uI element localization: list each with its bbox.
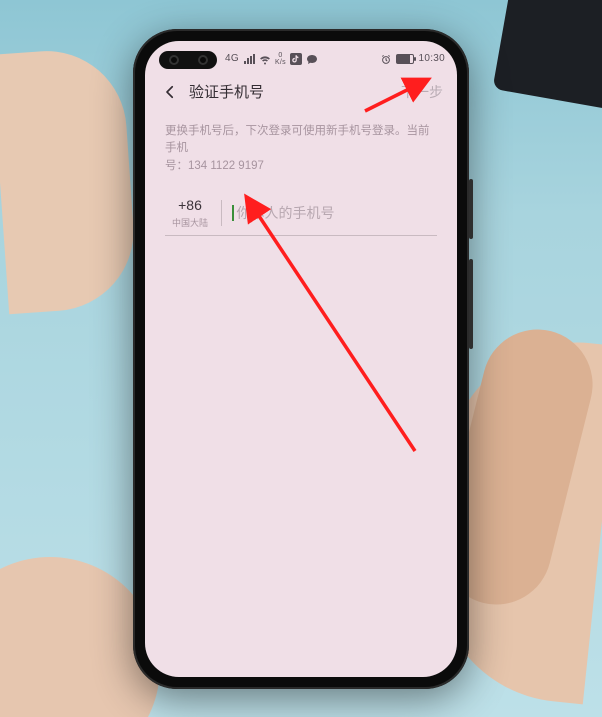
- volume-button: [469, 259, 473, 349]
- battery-icon: [396, 54, 414, 64]
- signal-icon: [243, 53, 255, 65]
- chevron-left-icon: [161, 83, 179, 101]
- message-icon: [306, 53, 318, 65]
- next-step-button[interactable]: 下一步: [401, 82, 443, 102]
- text-cursor: [232, 205, 234, 221]
- alarm-icon: [380, 53, 392, 65]
- status-bar: 4G 0K/s: [145, 47, 457, 71]
- back-button[interactable]: [159, 81, 181, 103]
- network-4g-label: 4G: [225, 53, 239, 64]
- page-title: 验证手机号: [189, 81, 264, 102]
- wifi-icon: [259, 53, 271, 65]
- country-code: +86: [165, 197, 215, 213]
- screen: 4G 0K/s: [145, 41, 457, 677]
- phone-input-row: +86 中国大陆 你本人的手机号: [165, 197, 437, 236]
- description-text: 更换手机号后，下次登录可使用新手机号登录。当前手机 号：134 1122 919…: [165, 123, 437, 176]
- current-phone-number: 134 1122 9197: [188, 160, 264, 172]
- douyin-icon: [290, 53, 302, 65]
- power-button: [469, 179, 473, 239]
- clock-time: 10:30: [418, 53, 445, 64]
- country-region-label: 中国大陆: [165, 216, 215, 229]
- phone-frame: 4G 0K/s: [133, 29, 469, 689]
- divider: [221, 200, 222, 226]
- country-code-selector[interactable]: +86 中国大陆: [165, 197, 215, 229]
- network-speed: 0K/s: [275, 52, 286, 66]
- phone-number-input[interactable]: 你本人的手机号: [237, 203, 438, 223]
